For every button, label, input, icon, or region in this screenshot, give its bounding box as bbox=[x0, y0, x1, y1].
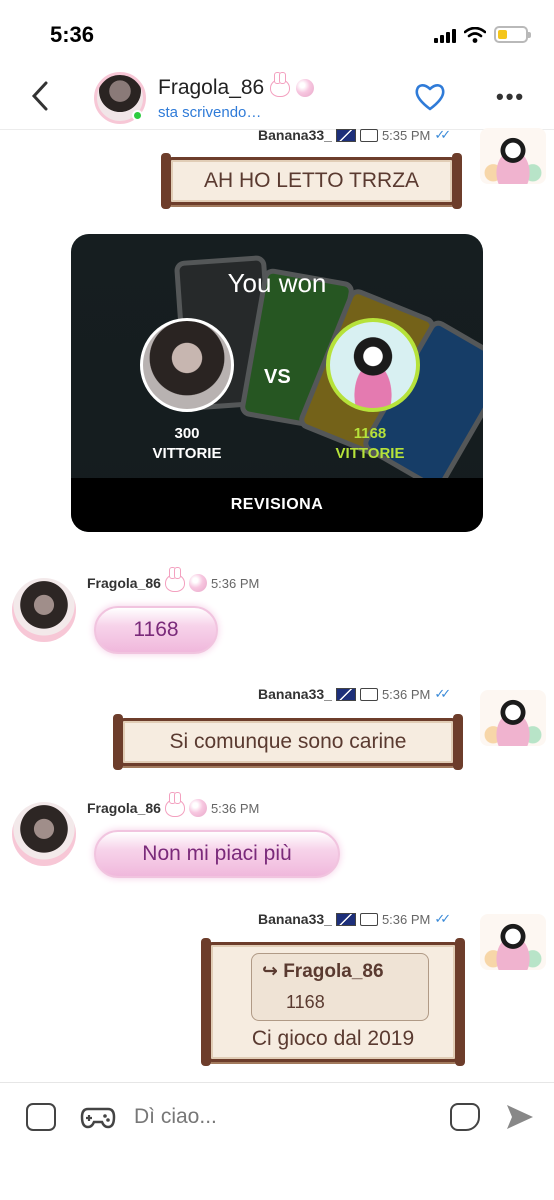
message-text: 1168 bbox=[133, 618, 179, 641]
game-title: You won bbox=[227, 268, 327, 298]
left-score-label: VITTORIE bbox=[152, 445, 222, 462]
status-bar: 5:36 bbox=[0, 0, 554, 64]
message-meta: Banana33_ 5:36 PM ✓✓ bbox=[258, 911, 451, 927]
message-bubble[interactable]: Si comunque sono carine bbox=[113, 714, 463, 770]
typing-status: sta scrivendo… bbox=[158, 104, 262, 121]
avatar[interactable] bbox=[480, 690, 546, 746]
vs-label: VS bbox=[264, 366, 291, 388]
flag-icon bbox=[335, 128, 356, 142]
reply-arrow-icon: ↪ bbox=[262, 961, 278, 982]
message-time: 5:36 PM bbox=[210, 800, 260, 816]
read-ticks-icon: ✓✓ bbox=[434, 127, 451, 142]
chat-header: Fragola_86 sta scrivendo… ••• bbox=[0, 64, 554, 130]
input-bar: Dì ciao... bbox=[0, 1083, 554, 1200]
game-controller-icon[interactable] bbox=[80, 1103, 116, 1131]
flag-icon bbox=[335, 912, 356, 926]
read-ticks-icon: ✓✓ bbox=[434, 911, 451, 926]
message-bubble[interactable]: 1168 bbox=[94, 606, 218, 654]
game-result-card[interactable]: You won VS 300 VITTORIE 1168 VITTORIE RE… bbox=[71, 234, 483, 532]
read-ticks-icon: ✓✓ bbox=[434, 686, 451, 701]
message-text: Ci gioco dal 2019 bbox=[251, 1027, 415, 1050]
wifi-icon bbox=[464, 26, 486, 43]
orb-icon bbox=[296, 79, 315, 97]
avatar[interactable] bbox=[480, 914, 546, 970]
chat-title-text: Fragola_86 bbox=[158, 76, 265, 99]
bunny-icon bbox=[164, 792, 185, 817]
message-bubble[interactable]: ↪ Fragola_86 1168 Ci gioco dal 2019 bbox=[201, 938, 465, 1066]
avatar[interactable] bbox=[12, 802, 76, 866]
bunny-icon bbox=[270, 72, 291, 97]
chat-title[interactable]: Fragola_86 bbox=[158, 72, 315, 100]
sender-name: Banana33_ bbox=[258, 686, 332, 702]
message-time: 5:36 PM bbox=[381, 911, 431, 927]
right-score-label: VITTORIE bbox=[335, 445, 405, 462]
flag-icon bbox=[335, 687, 356, 701]
orb-icon bbox=[188, 799, 207, 817]
quoted-sender: ↪ Fragola_86 bbox=[262, 960, 384, 983]
heart-icon[interactable] bbox=[414, 82, 446, 112]
bunny-icon bbox=[164, 567, 185, 592]
online-indicator bbox=[132, 110, 143, 121]
sender-name: Banana33_ bbox=[258, 911, 332, 927]
message-time: 5:36 PM bbox=[210, 575, 260, 591]
battery-icon bbox=[494, 26, 531, 43]
left-score-value: 300 bbox=[174, 425, 200, 442]
right-score-value: 1168 bbox=[353, 425, 387, 442]
message-time: 5:36 PM bbox=[381, 686, 431, 702]
orb-icon bbox=[188, 574, 207, 592]
message-text: Non mi piaci più bbox=[142, 842, 292, 865]
message-meta: Banana33_ 5:35 PM ✓✓ bbox=[258, 127, 451, 143]
player-avatar bbox=[326, 318, 420, 412]
player-avatar bbox=[140, 318, 234, 412]
quoted-text: 1168 bbox=[286, 992, 325, 1012]
left-score: 300 VITTORIE bbox=[137, 424, 237, 464]
review-button[interactable]: REVISIONA bbox=[71, 478, 483, 532]
message-meta: Banana33_ 5:36 PM ✓✓ bbox=[258, 686, 451, 702]
right-score: 1168 VITTORIE bbox=[320, 424, 420, 464]
book-icon bbox=[359, 912, 378, 926]
avatar[interactable] bbox=[12, 578, 76, 642]
sender-name: Fragola_86 bbox=[87, 575, 161, 591]
quoted-sender-name: Fragola_86 bbox=[283, 961, 384, 982]
quoted-message[interactable]: ↪ Fragola_86 1168 bbox=[251, 953, 429, 1021]
message-text: Si comunque sono carine bbox=[169, 730, 407, 753]
message-meta: Fragola_86 5:36 PM bbox=[87, 567, 260, 592]
status-icons bbox=[434, 26, 531, 43]
more-icon[interactable]: ••• bbox=[496, 84, 525, 110]
status-time: 5:36 bbox=[50, 22, 95, 47]
message-time: 5:35 PM bbox=[381, 127, 431, 143]
signal-icon bbox=[434, 27, 456, 43]
sender-name: Banana33_ bbox=[258, 127, 332, 143]
sender-name: Fragola_86 bbox=[87, 800, 161, 816]
note-icon[interactable] bbox=[450, 1103, 480, 1131]
book-icon bbox=[359, 687, 378, 701]
message-input[interactable]: Dì ciao... bbox=[134, 1105, 217, 1129]
send-icon[interactable] bbox=[504, 1101, 536, 1133]
book-icon bbox=[359, 128, 378, 142]
message-bubble[interactable]: Non mi piaci più bbox=[94, 830, 340, 878]
message-meta: Fragola_86 5:36 PM bbox=[87, 792, 260, 817]
message-bubble[interactable]: AH HO LETTO TRRZA bbox=[161, 153, 462, 209]
back-icon[interactable] bbox=[30, 80, 50, 118]
avatar[interactable] bbox=[480, 128, 546, 184]
message-text: AH HO LETTO TRRZA bbox=[203, 169, 420, 192]
sticker-icon[interactable] bbox=[26, 1103, 56, 1131]
